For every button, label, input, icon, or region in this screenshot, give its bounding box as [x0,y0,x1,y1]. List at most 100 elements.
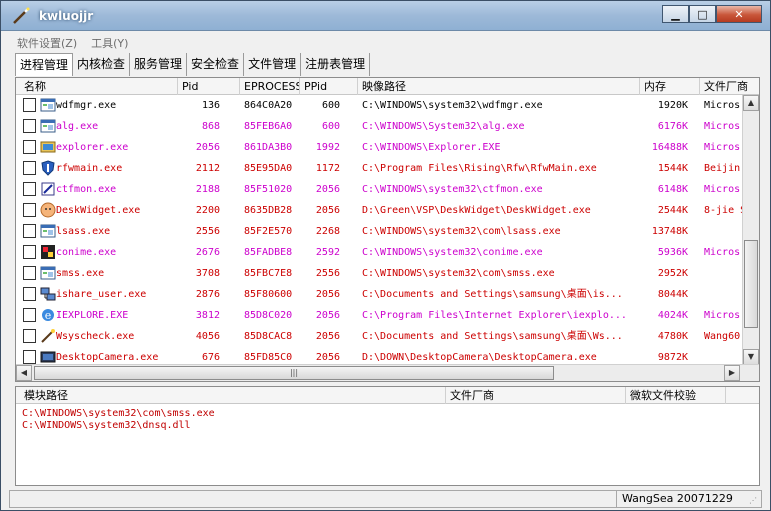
tab-security-check[interactable]: 安全检查 [187,53,245,76]
process-path: C:\Program Files\Rising\Rfw\RfwMain.exe [362,163,597,174]
tab-kernel-check[interactable]: 内核检查 [73,53,131,76]
tab-service-manager[interactable]: 服务管理 [130,53,188,76]
horizontal-scroll-thumb[interactable]: ||| [34,366,554,380]
widget-icon [40,202,56,218]
process-row[interactable]: lsass.exe 2556 85F2E570 2268 C:\WINDOWS\syst… [16,221,743,242]
vertical-scroll-thumb[interactable] [744,240,758,328]
process-name: IEXPLORE.EXE [56,310,129,321]
close-button[interactable]: ✕ [716,5,762,23]
process-eprocess: 85F80600 [244,289,293,300]
column-vendor[interactable]: 文件厂商 [700,78,759,95]
column-name[interactable]: 名称 [20,78,178,95]
process-checkbox[interactable] [23,266,36,280]
ie-icon: e [40,307,56,323]
ime-icon [40,244,56,260]
scroll-left-button[interactable]: ◀ [16,365,32,381]
process-mem: 13748K [651,226,688,237]
process-ppid: 2056 [315,331,340,342]
process-row[interactable]: smss.exe 3708 85FBC7E8 2556 C:\WINDOWS\syste… [16,263,743,284]
process-row[interactable]: conime.exe 2676 85FADBE8 2592 C:\WINDOWS\sys… [16,242,743,263]
process-checkbox[interactable] [23,350,36,364]
process-checkbox[interactable] [23,329,36,343]
process-path: C:\Documents and Settings\samsung\桌面\is.… [362,289,623,300]
process-checkbox[interactable] [23,203,36,217]
menu-settings[interactable]: 软件设置(Z) [17,35,77,51]
column-image-path[interactable]: 映像路径 [358,78,640,95]
tab-file-manager[interactable]: 文件管理 [244,53,302,76]
column-module-vendor[interactable]: 文件厂商 [446,387,626,404]
explorer-icon [40,139,56,155]
process-name: explorer.exe [56,142,129,153]
scroll-up-button[interactable]: ▲ [743,95,759,111]
process-ppid: 2556 [315,268,340,279]
process-checkbox[interactable] [23,245,36,259]
process-ppid: 2056 [315,205,340,216]
app-window-icon [40,118,56,134]
process-ppid: 2268 [315,226,340,237]
scroll-down-button[interactable]: ▼ [743,349,759,365]
tab-process-manager[interactable]: 进程管理 [15,53,74,76]
module-list: 模块路径 文件厂商 微软文件校验 C:\WINDOWS\system32\com… [15,386,760,486]
process-eprocess: 8635DB28 [244,205,293,216]
process-ppid: 2592 [315,247,340,258]
module-list-header: 模块路径 文件厂商 微软文件校验 [16,387,759,404]
process-row[interactable]: Wsyscheck.exe 4056 85D8CAC8 2056 C:\Document… [16,326,743,347]
process-vendor: Micros [704,142,741,153]
column-memory[interactable]: 内存 [640,78,700,95]
svg-text:e: e [45,309,52,322]
scroll-right-button[interactable]: ▶ [724,365,740,381]
menu-bar: 软件设置(Z) 工具(Y) [17,35,128,51]
process-eprocess: 85FADBE8 [244,247,293,258]
tab-registry-manager[interactable]: 注册表管理 [301,53,371,76]
process-checkbox[interactable] [23,119,36,133]
process-name: wdfmgr.exe [56,100,117,111]
maximize-button[interactable]: □ [689,5,716,23]
horizontal-scrollbar[interactable]: ◀ ||| ▶ [16,364,759,381]
process-checkbox[interactable] [23,161,36,175]
process-checkbox[interactable] [23,182,36,196]
process-row[interactable]: explorer.exe 2056 861DA3B0 1992 C:\WINDOWS\E… [16,137,743,158]
column-eprocess[interactable]: EPROCESS [240,78,300,95]
process-row[interactable]: ishare_user.exe 2876 85F80600 2056 C:\Docume… [16,284,743,305]
process-vendor: Micros [704,184,741,195]
process-name: alg.exe [56,121,99,132]
process-checkbox[interactable] [23,287,36,301]
module-row[interactable]: C:\WINDOWS\system32\dnsq.dll [22,420,191,431]
process-row[interactable]: e IEXPLORE.EXE 3812 85D8C020 2056 C:\Program … [16,305,743,326]
process-eprocess: 85E95DA0 [244,163,293,174]
process-checkbox[interactable] [23,98,36,112]
menu-tools[interactable]: 工具(Y) [91,35,128,51]
resize-grip-icon[interactable]: ⋰ [749,496,759,506]
vertical-scrollbar[interactable]: ▲ ▼ [742,95,759,365]
network-icon [40,286,56,302]
title-bar[interactable]: kwluojjr ▁ □ ✕ [1,1,770,31]
process-checkbox[interactable] [23,224,36,238]
magic-wand-icon [13,7,30,24]
process-path: C:\Documents and Settings\samsung\桌面\Ws.… [362,331,623,342]
process-pid: 4056 [195,331,220,342]
process-row[interactable]: wdfmgr.exe 136 864C0A20 600 C:\WINDOWS\syste… [16,95,743,116]
process-eprocess: 85F2E570 [244,226,293,237]
status-text: WangSea 20071229 [622,492,733,505]
process-checkbox[interactable] [23,308,36,322]
process-pid: 3708 [195,268,220,279]
process-mem: 1920K [657,100,688,111]
process-mem: 8044K [657,289,688,300]
process-row[interactable]: DesktopCamera.exe 676 85FD85C0 2056 D:\DOWN\… [16,347,743,365]
column-module-path[interactable]: 模块路径 [16,387,446,404]
module-row[interactable]: C:\WINDOWS\system32\com\smss.exe [22,408,215,419]
column-pid[interactable]: Pid [178,78,240,95]
process-row[interactable]: rfwmain.exe 2112 85E95DA0 1172 C:\Program Fi… [16,158,743,179]
column-ppid[interactable]: PPid [300,78,358,95]
process-path: C:\WINDOWS\System32\alg.exe [362,121,525,132]
process-row[interactable]: alg.exe 868 85FEB6A0 600 C:\WINDOWS\System32… [16,116,743,137]
process-row[interactable]: ctfmon.exe 2188 85F51020 2056 C:\WINDOWS\sys… [16,179,743,200]
column-ms-verify[interactable]: 微软文件校验 [626,387,726,404]
process-path: D:\Green\VSP\DeskWidget\DeskWidget.exe [362,205,591,216]
process-pid: 2876 [195,289,220,300]
process-row[interactable]: DeskWidget.exe 2200 8635DB28 2056 D:\Green\V… [16,200,743,221]
process-checkbox[interactable] [23,140,36,154]
minimize-button[interactable]: ▁ [662,5,689,23]
close-icon: ✕ [734,7,744,21]
main-window: kwluojjr ▁ □ ✕ 软件设置(Z) 工具(Y) 进程管理 内核检查 服… [0,0,771,511]
